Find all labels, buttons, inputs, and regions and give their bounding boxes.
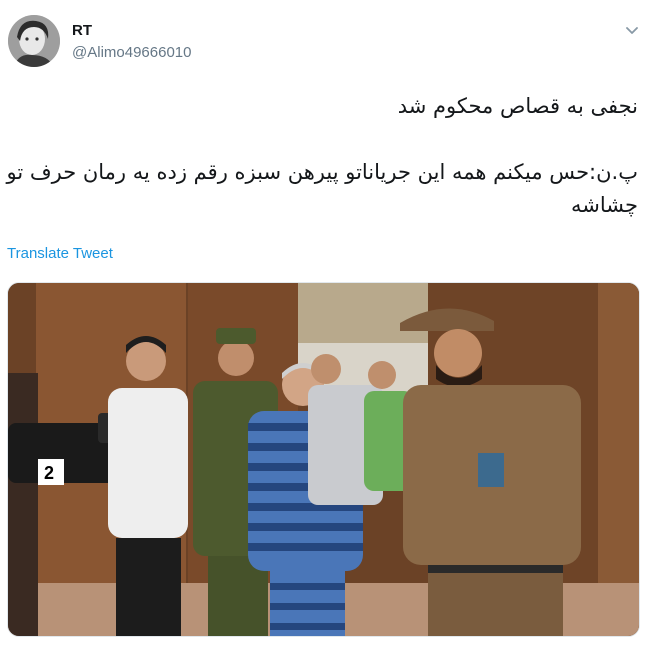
tweet-line: نجفی به قصاص محکوم شد (397, 94, 638, 118)
avatar-photo (8, 15, 60, 67)
display-name[interactable]: RT (72, 22, 92, 39)
tweet-line: پ.ن:حس میکنم همه این جریاناتو پیرهن سبزه… (6, 160, 638, 217)
avatar[interactable] (8, 15, 60, 67)
tweet-photo[interactable]: 2 (7, 282, 640, 637)
tweet-header: RT @Alimo49666010 (0, 0, 646, 80)
photo-illustration: 2 (8, 283, 639, 636)
tweet-text: نجفی به قصاص محکوم شد پ.ن:حس میکنم همه ا… (6, 90, 638, 222)
camera-number-badge: 2 (44, 463, 54, 483)
user-handle[interactable]: @Alimo49666010 (72, 44, 191, 61)
translate-tweet-link[interactable]: Translate Tweet (7, 245, 113, 262)
chevron-down-icon[interactable] (624, 22, 640, 38)
